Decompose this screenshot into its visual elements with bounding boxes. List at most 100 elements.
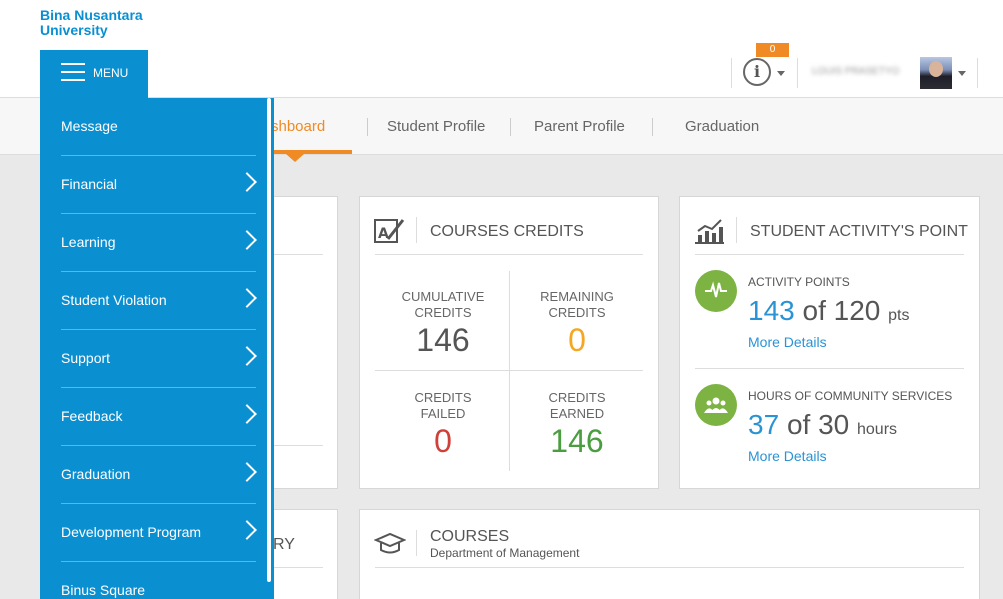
side-menu-item-learning[interactable]: Learning [61,214,257,272]
courses-credits-card: A COURSES CREDITS CUMULATIVE CREDITS 146… [359,196,659,489]
chevron-right-icon [237,288,257,308]
menu-item-label: Development Program [61,524,202,540]
card-divider [375,254,643,255]
chevron-right-icon [237,520,257,540]
menu-item-label: Financial [61,176,118,192]
points-unit: pts [888,307,910,324]
menu-item-label: Graduation [61,466,131,482]
remaining-credits-label: REMAINING CREDITS [512,289,642,321]
activity-points-label: ACTIVITY POINTS [748,275,850,289]
top-bar: Bina Nusantara University i 0 LOUIS PRAS… [0,0,1003,98]
credits-failed-label: CREDITS FAILED [378,390,508,422]
tab-separator [510,118,511,136]
hours-unit: hours [857,421,898,438]
chevron-right-icon [237,172,257,192]
label-line: CUMULATIVE [401,289,485,304]
menu-item-label: Binus Square [61,582,146,598]
brand-line-1: Bina Nusantara [40,7,143,23]
title-separator [736,217,737,243]
side-menu-item-support[interactable]: Support [61,330,257,388]
community-service-more-details-link[interactable]: More Details [748,448,827,464]
avatar[interactable] [920,57,952,89]
label-line: CREDITS [414,305,472,320]
chevron-right-icon [237,404,257,424]
side-menu-scrollbar[interactable] [267,98,271,582]
activity-points-icon-bg [695,270,737,312]
credits-earned-label: CREDITS EARNED [512,390,642,422]
hours-required: of 30 [786,409,850,440]
card-divider [695,254,964,255]
hamburger-icon-line [61,79,85,81]
card-subtitle: Department of Management [430,546,580,560]
card-title: STUDENT ACTIVITY'S POINT [750,223,968,240]
side-menu-item-student-violation[interactable]: Student Violation [61,272,257,330]
community-service-icon-bg [695,384,737,426]
activity-points-value: 143 of 120 pts [748,295,909,327]
side-menu-item-development-program[interactable]: Development Program [61,504,257,562]
chevron-down-icon[interactable] [777,71,785,76]
menu-button-label[interactable]: MENU [93,66,128,80]
side-menu-item-feedback[interactable]: Feedback [61,388,257,446]
chevron-down-icon[interactable] [958,71,966,76]
notification-badge: 0 [756,43,789,57]
hamburger-icon[interactable] [61,63,85,65]
hamburger-icon-line [61,71,85,73]
side-menu-item-binus-square[interactable]: Binus Square [61,562,256,599]
side-menu-item-message[interactable]: Message [61,98,256,156]
cumulative-credits-label: CUMULATIVE CREDITS [378,289,508,321]
menu-item-label: Learning [61,234,116,250]
points-required: of 120 [802,295,881,326]
grid-divider [375,370,643,371]
tab-separator [652,118,653,136]
card-title: COURSES CREDITS [430,223,584,240]
remaining-credits-value: 0 [568,322,586,358]
menu-item-label: Feedback [61,408,123,424]
header-divider [731,58,732,88]
label-line: CREDITS [414,390,472,405]
community-service-value: 37 of 30 hours [748,409,897,441]
label-line: CREDITS [548,305,606,320]
people-icon [704,397,728,413]
menu-item-label: Message [61,118,118,134]
menu-item-label: Student Violation [61,292,167,308]
heartbeat-icon [705,281,727,298]
label-line: FAILED [420,406,466,421]
brand-line-2: University [40,22,108,38]
points-earned: 143 [748,295,795,326]
card-title: COURSES [430,528,510,545]
user-name[interactable]: LOUIS PRASETYO [812,66,899,77]
card-divider [375,567,964,568]
side-menu-item-graduation[interactable]: Graduation [61,446,257,504]
tab-parent-profile[interactable]: Parent Profile [534,118,625,135]
chevron-right-icon [237,346,257,366]
title-separator [416,217,417,243]
credits-earned-value: 146 [550,423,604,459]
tab-separator [367,118,368,136]
side-menu: Message Financial Learning Student Viola… [40,98,274,599]
partial-card-title: RY [273,536,295,553]
tab-student-profile[interactable]: Student Profile [387,118,485,135]
chevron-right-icon [237,462,257,482]
tab-dashboard[interactable]: shboard [271,118,325,135]
header-divider [797,58,798,88]
courses-card: COURSES Department of Management [359,509,980,599]
side-menu-item-financial[interactable]: Financial [61,156,257,214]
student-activity-card: STUDENT ACTIVITY'S POINT ACTIVITY POINTS… [679,196,980,489]
community-service-label: HOURS OF COMMUNITY SERVICES [748,389,953,403]
activity-points-more-details-link[interactable]: More Details [748,334,827,350]
label-line: REMAINING [540,289,614,304]
tab-graduation[interactable]: Graduation [685,118,759,135]
credits-failed-value: 0 [434,423,452,459]
cumulative-credits-value: 146 [416,322,470,358]
info-icon[interactable]: i [743,58,771,86]
pencil-grid-icon: A [374,219,405,243]
grid-divider [509,271,510,471]
header-divider [977,58,978,88]
menu-item-label: Support [61,350,111,366]
title-separator [416,530,417,556]
brand-logo[interactable]: Bina Nusantara University [40,8,143,38]
bar-chart-icon [695,219,724,244]
chevron-right-icon [237,230,257,250]
active-tab-indicator [270,150,352,154]
active-tab-arrow [286,154,304,162]
